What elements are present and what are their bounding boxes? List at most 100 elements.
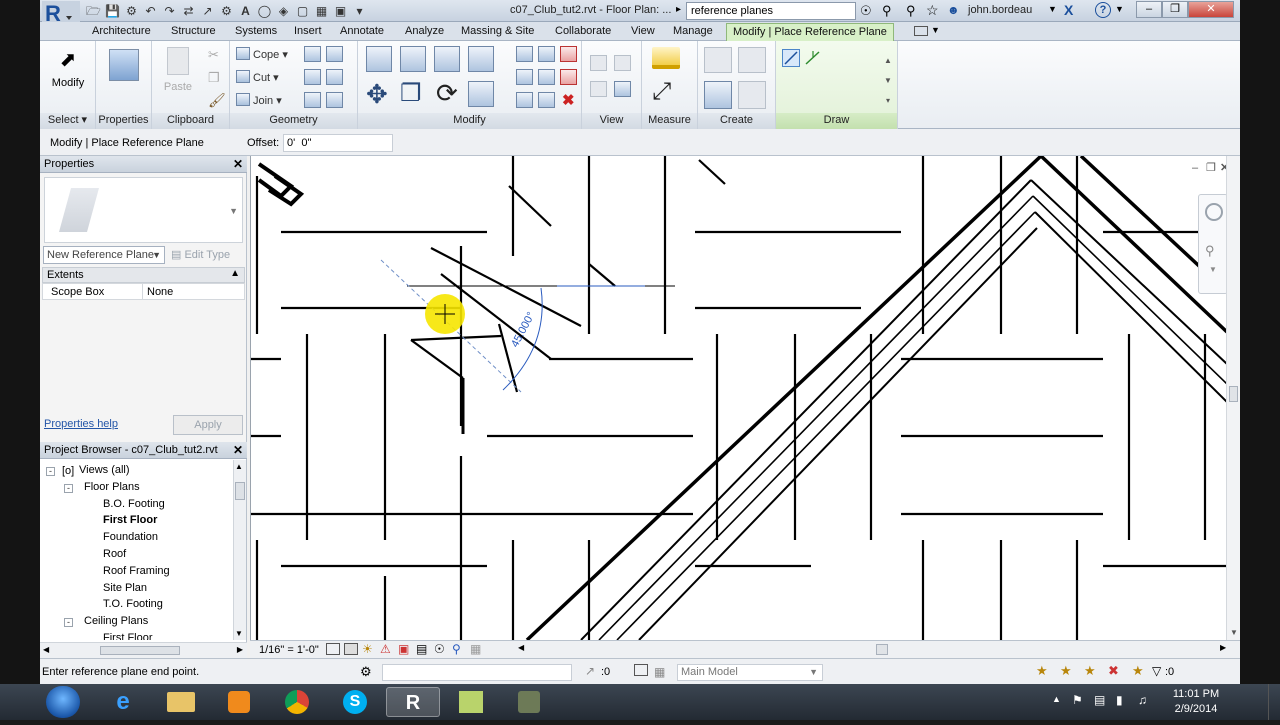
text-icon[interactable]: A (237, 3, 254, 19)
remove-paint-icon[interactable] (304, 92, 321, 108)
help-icon[interactable]: ? (1095, 2, 1111, 18)
extents-group-header[interactable]: Extents ▲ (42, 267, 245, 283)
ribbon-minimize-icon[interactable] (914, 26, 928, 36)
tab-modify-place-reference-plane[interactable]: Modify | Place Reference Plane (726, 23, 894, 41)
trim-multiple-icon[interactable] (516, 92, 533, 108)
user-icon[interactable]: ☻ (947, 3, 960, 17)
worksets-icon[interactable]: ⚙ (360, 664, 372, 680)
wall-joins-icon[interactable] (304, 46, 321, 62)
select-underlay-icon[interactable]: ★ (1060, 663, 1072, 679)
array-icon[interactable] (538, 46, 555, 62)
match-properties-icon[interactable]: 🖌 (208, 92, 226, 109)
crop-view-icon[interactable]: ▣ (398, 642, 409, 656)
temp-hide-icon[interactable]: ☉ (434, 642, 445, 656)
binoculars-icon[interactable]: ☉ (860, 3, 872, 19)
zoom-icon[interactable]: ⚲ (1205, 243, 1215, 259)
measure-between-icon[interactable] (652, 47, 680, 69)
override-graphics-icon[interactable] (590, 55, 607, 71)
tree-toggle[interactable]: - (46, 467, 55, 476)
offset-icon[interactable] (400, 46, 426, 72)
modify-button[interactable]: ⬈ Modify (44, 49, 92, 89)
tab-systems[interactable]: Systems (235, 25, 277, 37)
start-button[interactable] (46, 686, 80, 718)
detail-level-icon[interactable] (326, 643, 340, 655)
floor-plan-view[interactable]: 45.000° – ❐ ✕ ⚲ ▼ ▼ (250, 156, 1240, 640)
design-option-select[interactable]: ▦ (654, 665, 665, 679)
close-project-browser-icon[interactable]: ✕ (233, 443, 243, 457)
browser-item[interactable]: Roof (103, 548, 126, 560)
select-by-face-icon[interactable]: ✖ (1108, 663, 1119, 679)
copy-icon[interactable]: ❐ (208, 70, 220, 86)
create-assembly-icon[interactable] (704, 47, 732, 73)
notes-app-icon[interactable] (444, 687, 498, 717)
browser-item[interactable]: First Floor (103, 632, 153, 640)
align-icon[interactable] (366, 46, 392, 72)
browser-item[interactable]: Roof Framing (103, 565, 170, 577)
drag-on-selection-icon[interactable]: ★ (1132, 663, 1144, 679)
paste-button[interactable]: Paste (158, 47, 198, 93)
panel-select-title[interactable]: Select ▾ (40, 113, 95, 129)
switch-windows-icon[interactable]: ▣ (332, 3, 349, 19)
file-explorer-icon[interactable] (154, 687, 208, 717)
internet-explorer-icon[interactable]: e (96, 687, 150, 717)
action-center-icon[interactable]: ⚑ (1072, 693, 1083, 707)
volume-icon[interactable]: ♫ (1138, 693, 1147, 707)
split-gap-icon[interactable] (538, 92, 555, 108)
apply-button[interactable]: Apply (173, 415, 243, 435)
tag-icon[interactable]: ⚙ (218, 3, 235, 19)
tree-toggle[interactable]: - (64, 618, 73, 628)
ribbon-options-icon[interactable]: ▼ (931, 25, 940, 35)
user-name[interactable]: john.bordeau (968, 4, 1032, 16)
tab-annotate[interactable]: Annotate (340, 25, 384, 37)
help-dropdown-icon[interactable]: ▼ (1115, 4, 1124, 14)
pin-icon[interactable] (538, 69, 555, 85)
show-hidden-icons[interactable]: ▲ (1052, 694, 1061, 704)
tab-structure[interactable]: Structure (171, 25, 216, 37)
viewbar-scroll-thumb[interactable] (876, 644, 888, 655)
browser-item[interactable]: T.O. Footing (103, 598, 163, 610)
undo-icon[interactable]: ↶ (142, 3, 159, 19)
browser-item[interactable]: Floor Plans (84, 481, 140, 493)
type-selector[interactable]: New Reference Plane ▼ (43, 246, 165, 264)
visual-style-icon[interactable] (344, 643, 358, 655)
move-icon[interactable]: ✥ (366, 81, 388, 107)
tab-collaborate[interactable]: Collaborate (555, 25, 611, 37)
close-properties-icon[interactable]: ✕ (233, 157, 243, 171)
sun-path-icon[interactable]: ☀ (362, 642, 373, 656)
view-restore-icon[interactable]: – (1192, 162, 1198, 174)
viewbar-scroll-right[interactable]: ▶ (1220, 643, 1226, 652)
linework-icon[interactable] (590, 81, 607, 97)
create-group-icon[interactable] (704, 81, 732, 109)
steering-wheel-icon[interactable] (1205, 203, 1223, 221)
browser-item[interactable]: Views (all) (79, 464, 130, 476)
properties-help-link[interactable]: Properties help (44, 418, 118, 430)
browser-vertical-scrollbar[interactable]: ▲ ▼ (233, 460, 246, 640)
cut-clipboard-icon[interactable]: ✂ (208, 47, 219, 63)
user-dropdown-icon[interactable]: ▼ (1048, 4, 1057, 14)
create-parts-icon[interactable] (738, 47, 766, 73)
minimize-button[interactable]: – (1136, 1, 1162, 18)
edit-type-button[interactable]: ▤ Edit Type (171, 248, 230, 261)
network-icon[interactable]: ▤ (1094, 693, 1105, 707)
tab-analyze[interactable]: Analyze (405, 25, 444, 37)
scope-box-row[interactable]: Scope Box None (42, 283, 245, 300)
power-icon[interactable]: ▮ (1116, 693, 1123, 707)
browser-item[interactable]: Site Plan (103, 582, 147, 594)
delete-icon-a[interactable] (560, 69, 577, 85)
media-player-icon[interactable] (212, 687, 266, 717)
save-icon[interactable]: 💾 (104, 3, 121, 19)
section-icon[interactable]: ◈ (275, 3, 292, 19)
cut-button[interactable]: Cut ▾ (236, 70, 279, 84)
dimension-icon[interactable]: ↗ (199, 3, 216, 19)
unpin-icon[interactable] (560, 46, 577, 62)
shadows-icon[interactable]: ⚠ (380, 642, 391, 656)
floor-plan-drawing[interactable]: 45.000° (251, 156, 1227, 640)
design-options-icon[interactable] (634, 664, 648, 676)
view-maximize-icon[interactable]: ❐ (1206, 161, 1216, 174)
browser-horizontal-scrollbar[interactable]: ◀ ▶ (40, 642, 247, 658)
mirror-draw-axis-icon[interactable] (468, 46, 494, 72)
aligned-dimension-icon[interactable]: ⤢ (652, 79, 671, 105)
split-element-icon[interactable] (516, 46, 533, 62)
browser-item[interactable]: Foundation (103, 531, 158, 543)
select-links-icon[interactable]: ★ (1036, 663, 1048, 679)
